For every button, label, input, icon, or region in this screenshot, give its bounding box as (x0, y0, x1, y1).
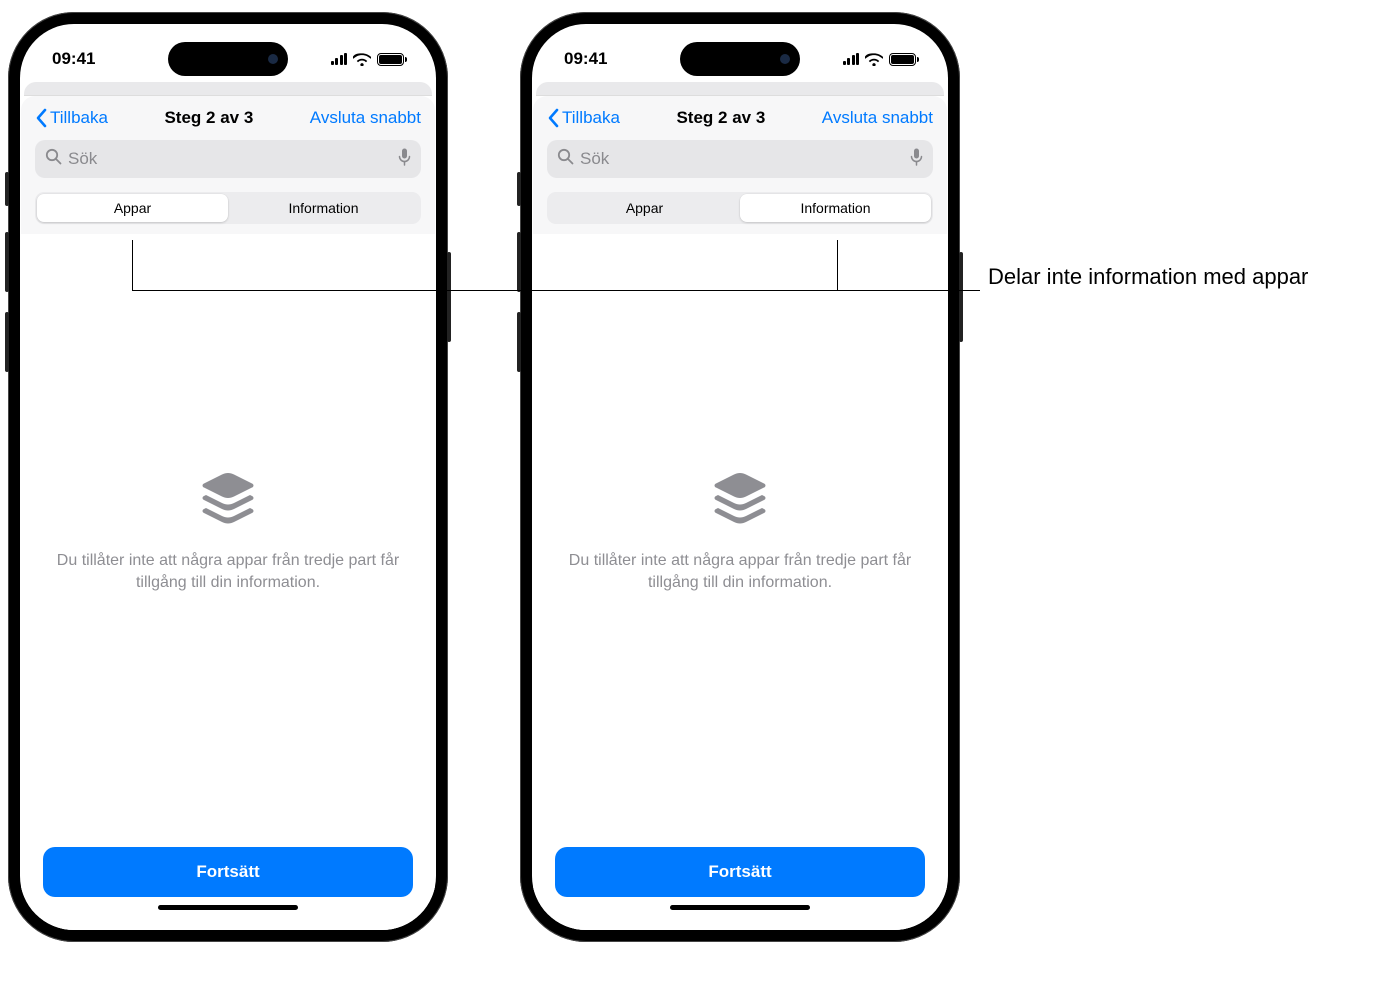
nav-bar: Tillbaka Steg 2 av 3 Avsluta snabbt (533, 96, 947, 138)
modal-sheet: Tillbaka Steg 2 av 3 Avsluta snabbt Sök … (21, 96, 435, 930)
annotation-line (132, 290, 980, 291)
search-placeholder: Sök (68, 149, 392, 169)
segment-apps[interactable]: Appar (37, 194, 228, 222)
microphone-icon[interactable] (398, 148, 411, 171)
search-placeholder: Sök (580, 149, 904, 169)
back-button[interactable]: Tillbaka (547, 108, 620, 128)
stack-icon (198, 471, 258, 532)
content-area: Du tillåter inte att några appar från tr… (21, 234, 435, 831)
home-indicator[interactable] (158, 905, 298, 910)
microphone-icon[interactable] (910, 148, 923, 171)
back-label: Tillbaka (562, 108, 620, 128)
quick-exit-button[interactable]: Avsluta snabbt (310, 108, 421, 128)
volume-up-button (517, 232, 521, 292)
volume-up-button (5, 232, 9, 292)
phone-mockup-right: 09:41 Tillbaka Steg 2 av 3 Avsluta snabb… (520, 12, 960, 942)
chevron-left-icon (547, 108, 560, 128)
silent-switch (5, 172, 9, 206)
home-indicator[interactable] (670, 905, 810, 910)
cellular-icon (843, 53, 860, 65)
wifi-icon (353, 53, 371, 66)
dynamic-island (680, 42, 800, 76)
segment-information[interactable]: Information (740, 194, 931, 222)
wifi-icon (865, 53, 883, 66)
continue-button[interactable]: Fortsätt (43, 847, 413, 897)
segment-information[interactable]: Information (228, 194, 419, 222)
volume-down-button (5, 312, 9, 372)
search-input[interactable]: Sök (547, 140, 933, 178)
search-input[interactable]: Sök (35, 140, 421, 178)
page-title: Steg 2 av 3 (164, 108, 253, 128)
quick-exit-button[interactable]: Avsluta snabbt (822, 108, 933, 128)
annotation-line (132, 240, 133, 290)
search-icon (45, 148, 62, 170)
sheet-footer: Fortsätt (21, 831, 435, 930)
segmented-control: Appar Information (35, 192, 421, 224)
sheet-peek (536, 82, 944, 96)
sheet-peek (24, 82, 432, 96)
annotation-line (837, 240, 838, 290)
empty-state-text: Du tillåter inte att några appar från tr… (51, 550, 405, 593)
continue-button[interactable]: Fortsätt (555, 847, 925, 897)
annotation-text: Delar inte information med appar (988, 262, 1308, 292)
modal-sheet: Tillbaka Steg 2 av 3 Avsluta snabbt Sök … (533, 96, 947, 930)
status-time: 09:41 (564, 49, 607, 69)
status-time: 09:41 (52, 49, 95, 69)
cellular-icon (331, 53, 348, 65)
phone-screen: 09:41 Tillbaka Steg 2 av 3 Avsluta snabb… (532, 24, 948, 930)
power-button (447, 252, 451, 342)
content-area: Du tillåter inte att några appar från tr… (533, 234, 947, 831)
silent-switch (517, 172, 521, 206)
battery-icon (889, 53, 916, 66)
back-label: Tillbaka (50, 108, 108, 128)
phone-screen: 09:41 Tillbaka Steg 2 av 3 Avsluta snabb… (20, 24, 436, 930)
battery-icon (377, 53, 404, 66)
phone-mockup-left: 09:41 Tillbaka Steg 2 av 3 Avsluta snabb… (8, 12, 448, 942)
nav-bar: Tillbaka Steg 2 av 3 Avsluta snabbt (21, 96, 435, 138)
dynamic-island (168, 42, 288, 76)
power-button (959, 252, 963, 342)
back-button[interactable]: Tillbaka (35, 108, 108, 128)
volume-down-button (517, 312, 521, 372)
search-icon (557, 148, 574, 170)
chevron-left-icon (35, 108, 48, 128)
segment-apps[interactable]: Appar (549, 194, 740, 222)
stack-icon (710, 471, 770, 532)
page-title: Steg 2 av 3 (676, 108, 765, 128)
segmented-control: Appar Information (547, 192, 933, 224)
sheet-footer: Fortsätt (533, 831, 947, 930)
empty-state-text: Du tillåter inte att några appar från tr… (563, 550, 917, 593)
